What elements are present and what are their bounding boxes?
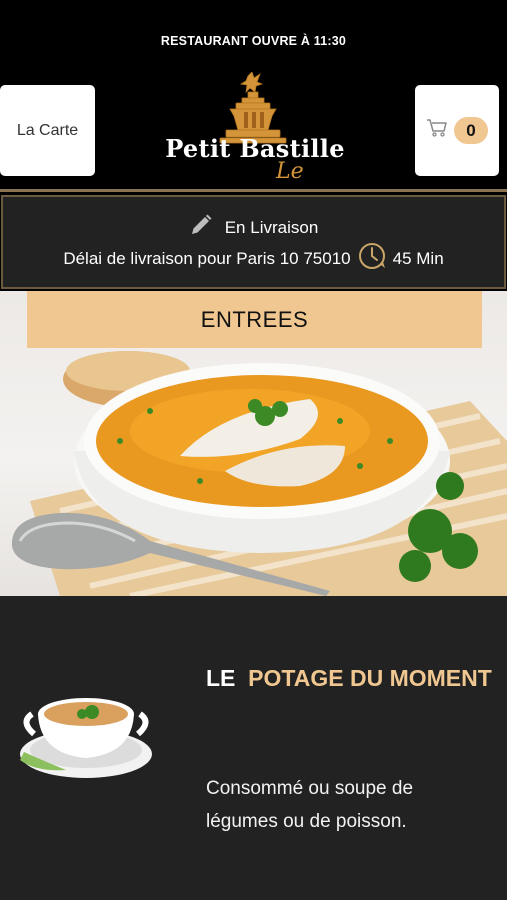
logo-title: Petit Bastille bbox=[165, 134, 345, 163]
category-title[interactable]: ENTREES bbox=[27, 291, 482, 348]
delivery-time-value: 45 Min bbox=[392, 248, 444, 268]
cart-icon bbox=[426, 118, 448, 143]
menu-button[interactable]: La Carte bbox=[0, 85, 95, 176]
restaurant-logo[interactable]: Le Petit Bastille bbox=[150, 71, 360, 184]
product-title: LE POTAGE DU MOMENT bbox=[206, 662, 496, 694]
product-title-accent: POTAGE DU MOMENT bbox=[248, 665, 492, 691]
product-description: Consommé ou soupe de légumes ou de poiss… bbox=[206, 778, 414, 832]
delivery-info-panel[interactable]: En Livraison Délai de livraison pour Par… bbox=[1, 195, 506, 289]
product-soup-cup-image bbox=[20, 698, 152, 778]
clock-icon bbox=[357, 241, 387, 276]
product-title-prefix: LE bbox=[206, 665, 236, 691]
product-card[interactable]: LE POTAGE DU MOMENT Consommé ou soupe de… bbox=[0, 596, 507, 900]
cart-button[interactable]: 0 bbox=[415, 85, 499, 176]
cart-count-badge: 0 bbox=[454, 117, 488, 144]
header-divider bbox=[0, 189, 507, 192]
logo-emblem-icon: Le bbox=[219, 71, 304, 184]
category-hero-image: ENTREES bbox=[0, 291, 507, 596]
pencil-icon[interactable] bbox=[189, 213, 213, 242]
delivery-mode-label: En Livraison bbox=[224, 217, 319, 237]
opening-hours-banner: RESTAURANT OUVRE À 11:30 bbox=[160, 34, 347, 48]
delivery-time-text: Délai de livraison pour Paris 10 75010 bbox=[63, 248, 351, 268]
menu-button-label: La Carte bbox=[16, 121, 79, 139]
